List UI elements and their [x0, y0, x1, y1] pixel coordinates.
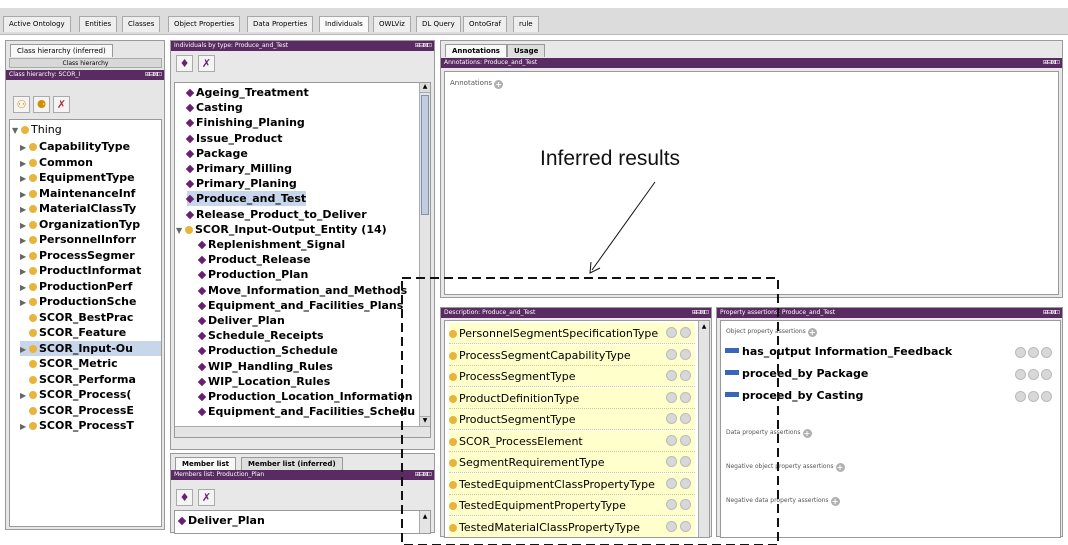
annotation-arrowhead — [589, 261, 601, 274]
inferred-results-dashed-box — [401, 277, 779, 545]
annotation-overlay — [401, 181, 779, 545]
annotation-arrow-line — [591, 181, 656, 271]
